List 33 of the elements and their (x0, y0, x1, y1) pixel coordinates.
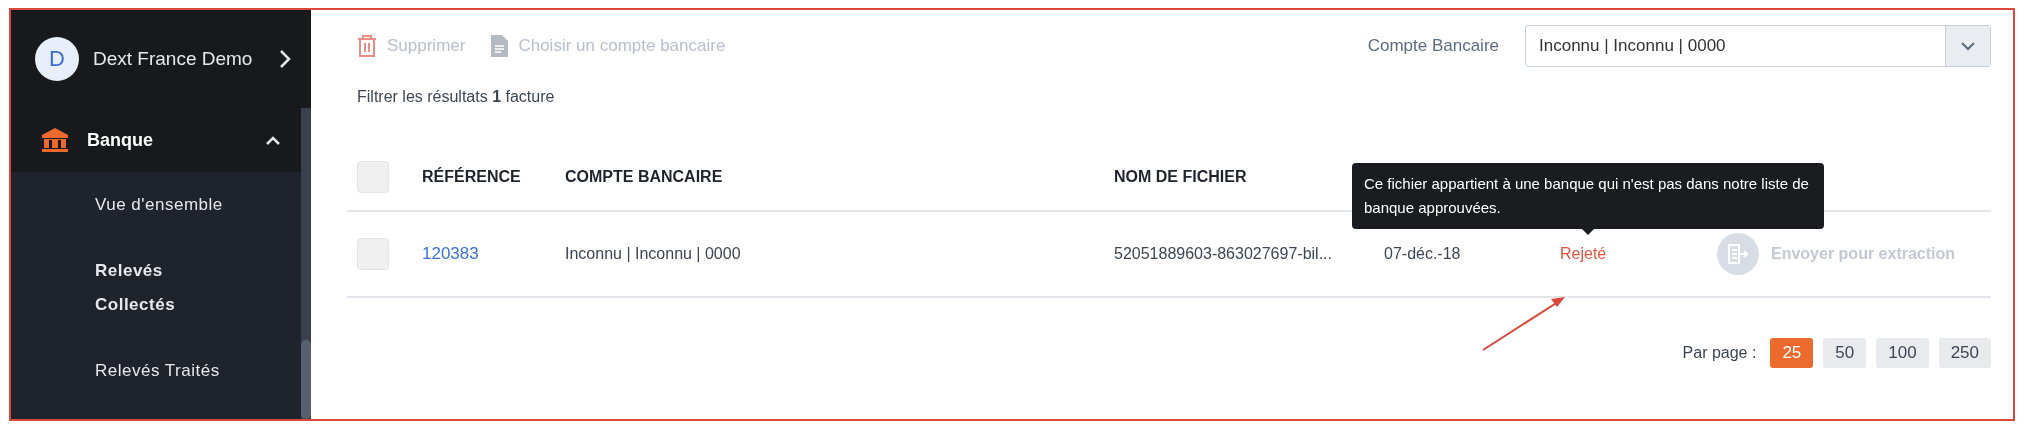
column-header: COMPTE BANCAIRE (565, 168, 723, 186)
company-switcher[interactable]: D Dext France Demo (11, 10, 311, 108)
sidebar-item[interactable]: Relevés Collectés (95, 254, 245, 322)
tooltip: Ce fichier appartient à une banque qui n'est pas dans notre liste de banque approuvées. (1352, 163, 1824, 235)
select-all-checkbox[interactable] (357, 161, 389, 193)
page-size-label: Par page : (1682, 344, 1757, 362)
page-size-button[interactable]: 250 (1938, 338, 1991, 368)
scrollbar-thumb[interactable] (301, 340, 311, 419)
document-icon (491, 35, 509, 57)
export-icon (1727, 243, 1749, 265)
trash-icon (357, 35, 377, 57)
sidebar-item[interactable]: Relevés Traités (95, 354, 220, 388)
table-cell-text: 52051889603-863027697-bil... (1114, 245, 1333, 263)
company-name: Dext France Demo (93, 48, 254, 70)
page-size-button[interactable]: 100 (1876, 338, 1929, 368)
chevron-right-icon (279, 49, 291, 69)
sidebar-item[interactable]: Vue d'ensemble (95, 188, 223, 222)
column-header: RÉFÉRENCE (422, 168, 521, 186)
column-header: NOM DE FICHIER (1114, 168, 1247, 186)
reference-link[interactable]: 120383 (422, 244, 479, 264)
status-text: Rejeté (1560, 245, 1607, 262)
results-summary: Filtrer les résultats 1 facture (356, 88, 556, 106)
row-checkbox[interactable] (357, 238, 389, 270)
company-avatar: D (35, 37, 79, 81)
filter-label: Compte Bancaire (1367, 36, 1499, 56)
sidebar-section[interactable]: Banque (11, 108, 301, 172)
chevron-down-icon (1960, 41, 1976, 51)
section-label: Banque (87, 129, 154, 151)
bank-icon (41, 127, 69, 153)
table-cell-text: 07-déc.-18 (1384, 245, 1462, 263)
page-size-button[interactable]: 50 (1823, 338, 1867, 368)
account-select[interactable]: Inconnu | Inconnu | 0000 (1525, 25, 1991, 67)
table-cell-text: Inconnu | Inconnu | 0000 (565, 245, 742, 263)
